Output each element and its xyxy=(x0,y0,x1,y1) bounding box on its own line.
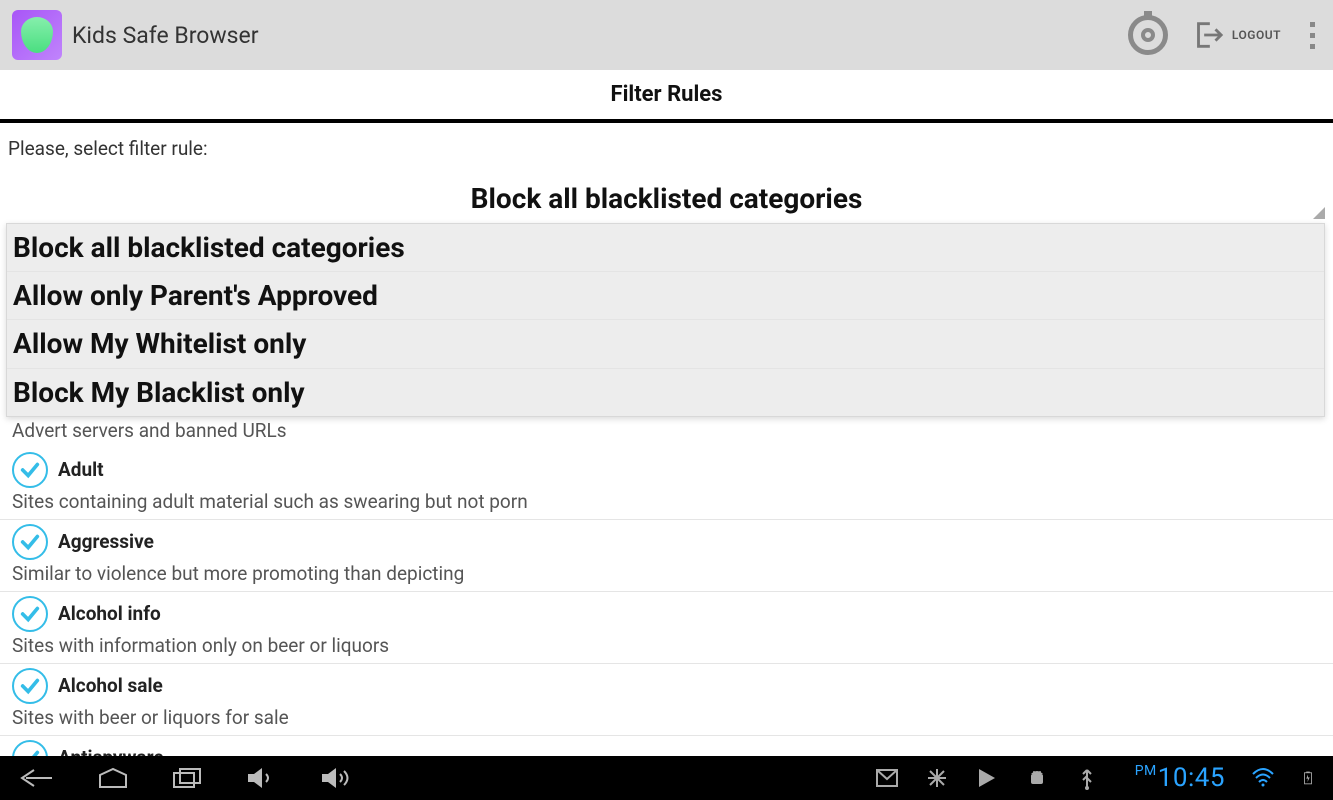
category-desc: Similar to violence but more promoting t… xyxy=(12,560,1321,585)
asterisk-icon[interactable] xyxy=(925,766,949,790)
gear-icon[interactable] xyxy=(1128,15,1168,55)
back-button[interactable] xyxy=(18,766,54,790)
category-checkbox[interactable] xyxy=(12,524,48,560)
clock: PM10:45 xyxy=(1135,763,1225,793)
dropdown-option[interactable]: Block My Blacklist only xyxy=(7,369,1324,416)
play-store-icon[interactable] xyxy=(975,766,999,790)
volume-down-button[interactable] xyxy=(246,766,276,790)
category-row: Aggressive Similar to violence but more p… xyxy=(0,520,1333,592)
battery-icon xyxy=(1301,766,1315,790)
usb-icon[interactable] xyxy=(1075,766,1099,790)
category-title: Antispyware xyxy=(58,746,164,756)
system-nav-bar: PM10:45 xyxy=(0,756,1333,800)
home-button[interactable] xyxy=(98,767,128,789)
category-desc: Sites with information only on beer or l… xyxy=(12,632,1321,657)
page-title: Filter Rules xyxy=(0,70,1333,119)
chevron-down-icon xyxy=(1313,207,1325,219)
logout-button[interactable]: LOGOUT xyxy=(1190,18,1281,52)
filter-rule-spinner[interactable]: Block all blacklisted categories xyxy=(0,178,1333,223)
category-checkbox[interactable] xyxy=(12,668,48,704)
dropdown-option[interactable]: Allow only Parent's Approved xyxy=(7,272,1324,320)
category-row: Adult Sites containing adult material suc… xyxy=(0,448,1333,520)
recents-button[interactable] xyxy=(172,767,202,789)
app-icon xyxy=(12,10,62,60)
logout-label: LOGOUT xyxy=(1232,28,1281,42)
wifi-icon xyxy=(1251,766,1275,790)
category-checkbox[interactable] xyxy=(12,596,48,632)
category-desc: Advert servers and banned URLs xyxy=(0,417,1333,448)
overflow-menu-icon[interactable] xyxy=(1303,14,1321,57)
category-checkbox[interactable] xyxy=(12,740,48,756)
category-title: Alcohol sale xyxy=(58,674,163,697)
android-icon[interactable] xyxy=(1025,766,1049,790)
gmail-icon[interactable] xyxy=(875,766,899,790)
filter-prompt: Please, select filter rule: xyxy=(0,123,1333,178)
logout-icon xyxy=(1190,18,1224,52)
dropdown-option[interactable]: Block all blacklisted categories xyxy=(7,224,1324,272)
app-title: Kids Safe Browser xyxy=(72,22,1118,49)
volume-up-button[interactable] xyxy=(320,766,354,790)
content-area: Please, select filter rule: Block all bl… xyxy=(0,123,1333,756)
category-title: Alcohol info xyxy=(58,602,161,625)
filter-rule-dropdown: Block all blacklisted categories Allow o… xyxy=(6,223,1325,417)
category-desc: Sites with beer or liquors for sale xyxy=(12,704,1321,729)
category-row: Alcohol sale Sites with beer or liquors f… xyxy=(0,664,1333,736)
action-bar: Kids Safe Browser LOGOUT xyxy=(0,0,1333,70)
category-title: Adult xyxy=(58,458,104,481)
category-checkbox[interactable] xyxy=(12,452,48,488)
dropdown-option[interactable]: Allow My Whitelist only xyxy=(7,320,1324,368)
category-desc: Sites containing adult material such as … xyxy=(12,488,1321,513)
category-row: Alcohol info Sites with information only … xyxy=(0,592,1333,664)
category-row: Antispyware xyxy=(0,736,1333,756)
category-title: Aggressive xyxy=(58,530,154,553)
